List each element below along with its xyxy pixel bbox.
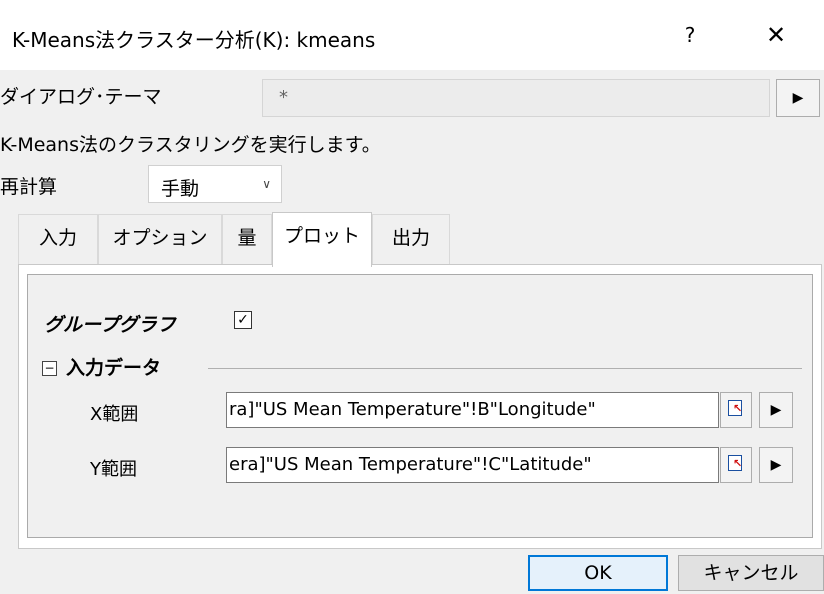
play-arrow-icon: ▶ — [770, 457, 782, 473]
plot-tab-panel: グループグラフ ✓ − 入力データ X範囲 ra]"US Mean Temper… — [18, 264, 822, 549]
dialog-theme-field[interactable]: * — [262, 79, 770, 117]
select-arrow-icon: ↖ — [733, 402, 743, 415]
close-button[interactable]: ✕ — [750, 14, 802, 56]
y-range-select-button[interactable]: ↖ — [720, 447, 752, 483]
play-arrow-icon: ▶ — [770, 402, 782, 418]
description-text: K-Means法のクラスタリングを実行します。 — [0, 134, 381, 156]
group-graph-checkbox[interactable]: ✓ — [234, 311, 252, 329]
dialog-theme-label: ダイアログ･テーマ — [0, 86, 162, 108]
x-range-menu-button[interactable]: ▶ — [759, 392, 793, 428]
help-button[interactable]: ? — [664, 14, 716, 56]
recalc-label: 再計算 — [0, 176, 58, 198]
collapse-icon[interactable]: − — [42, 361, 57, 376]
y-range-input[interactable]: era]"US Mean Temperature"!C"Latitude" — [226, 447, 719, 483]
tab-plot[interactable]: プロット — [272, 212, 372, 267]
x-range-label: X範囲 — [90, 404, 139, 425]
title-bar: K-Means法クラスター分析(K): kmeans ? ✕ — [0, 0, 824, 70]
select-arrow-icon: ↖ — [733, 457, 743, 470]
tab-output[interactable]: 出力 — [372, 214, 450, 264]
play-arrow-icon: ▶ — [792, 90, 804, 106]
recalc-dropdown[interactable]: 手動 ∨ — [148, 165, 282, 203]
y-range-menu-button[interactable]: ▶ — [759, 447, 793, 483]
x-range-input[interactable]: ra]"US Mean Temperature"!B"Longitude" — [226, 392, 719, 428]
y-range-label: Y範囲 — [90, 459, 137, 480]
ok-button[interactable]: OK — [528, 555, 668, 591]
theme-arrow-button[interactable]: ▶ — [776, 79, 820, 117]
plot-settings-group: グループグラフ ✓ − 入力データ X範囲 ra]"US Mean Temper… — [27, 274, 813, 538]
window-title: K-Means法クラスター分析(K): kmeans — [12, 28, 376, 52]
tab-input[interactable]: 入力 — [18, 214, 98, 264]
cancel-button[interactable]: キャンセル — [678, 555, 824, 591]
group-graph-label: グループグラフ — [44, 314, 176, 336]
recalc-value: 手動 — [161, 178, 200, 200]
x-range-select-button[interactable]: ↖ — [720, 392, 752, 428]
input-data-label: 入力データ — [66, 357, 162, 379]
tab-options[interactable]: オプション — [98, 214, 222, 264]
chevron-down-icon: ∨ — [262, 177, 271, 191]
section-divider — [208, 368, 802, 369]
tab-quantity[interactable]: 量 — [222, 214, 272, 264]
